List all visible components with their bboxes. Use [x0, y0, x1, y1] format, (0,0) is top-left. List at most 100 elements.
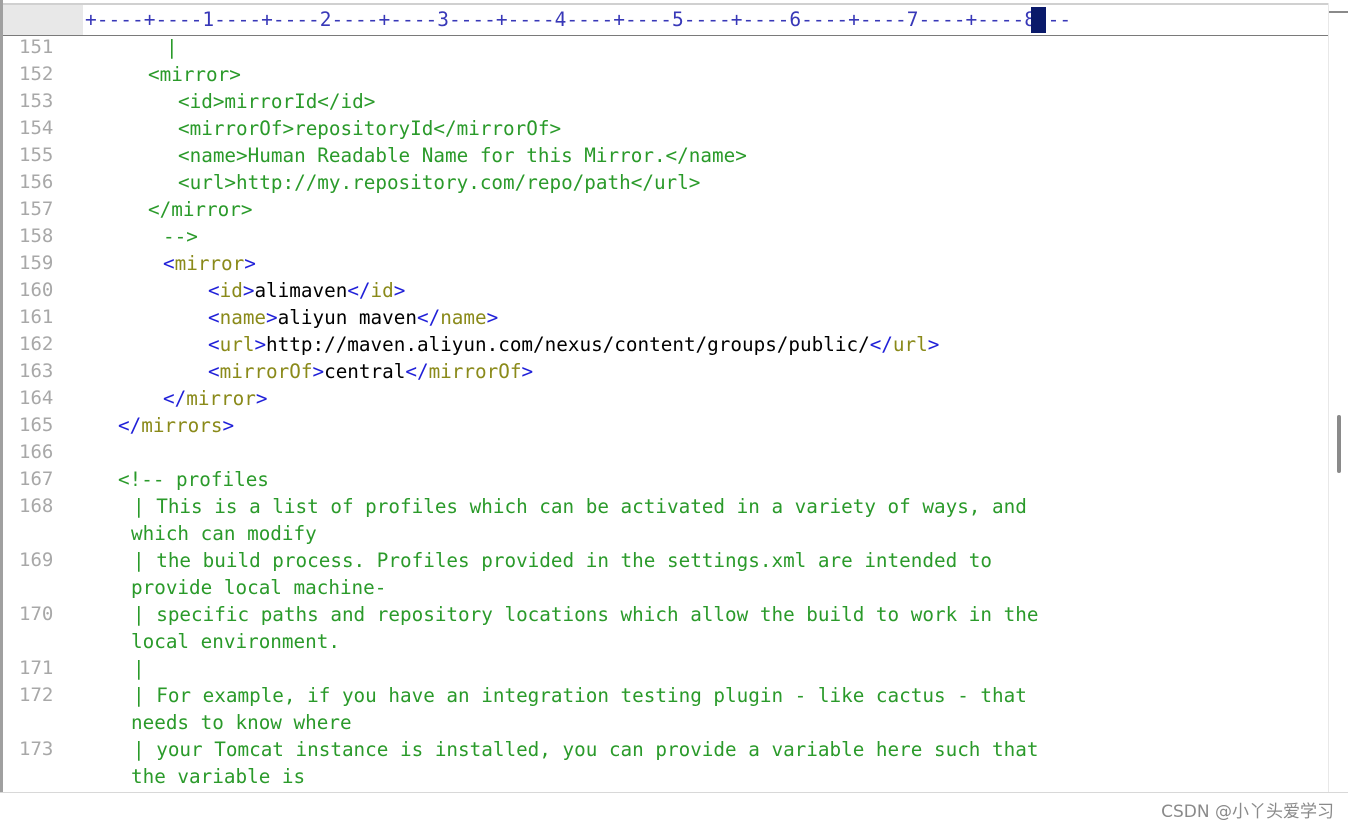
code-token: </ [405, 360, 429, 383]
line-number: 169 [19, 549, 54, 571]
watermark: CSDN @小丫头爱学习 [1161, 802, 1334, 822]
code-token: the variable is [131, 765, 306, 788]
code-line[interactable]: 155 <name>Human Readable Name for this Mi… [3, 142, 1323, 169]
code-token: > [242, 279, 255, 302]
line-code: <mirror> [163, 250, 256, 277]
code-line[interactable]: 156 <url>http://my.repository.com/repo/pa… [3, 169, 1323, 196]
code-token: < [163, 252, 175, 275]
code-token: | This is a list of profiles which can b… [133, 495, 1027, 518]
line-code: | [133, 655, 145, 682]
line-code: <name>Human Readable Name for this Mirro… [178, 142, 747, 169]
line-number: 161 [19, 306, 54, 328]
code-token: </ [869, 333, 893, 356]
code-line[interactable]: 170 | specific paths and repository locat… [3, 601, 1323, 628]
code-line[interactable]: 161 <name>aliyun maven</name> [3, 304, 1323, 331]
code-line[interactable]: 165 </mirrors> [3, 412, 1323, 439]
line-code: <id>alimaven</id> [208, 277, 405, 304]
code-line-wrap[interactable]: the variable is [3, 763, 1323, 790]
vertical-scrollbar[interactable] [1328, 3, 1348, 792]
line-number: 171 [19, 657, 54, 679]
line-code: | For example, if you have an integratio… [133, 682, 1027, 709]
line-number: 165 [19, 414, 54, 436]
line-number: 172 [19, 684, 54, 706]
code-token: < [208, 306, 220, 329]
code-line[interactable]: 162 <url>http://maven.aliyun.com/nexus/co… [3, 331, 1323, 358]
code-token: > [927, 333, 940, 356]
code-token: > [393, 279, 406, 302]
code-token: mirrorOf [428, 360, 522, 383]
code-line[interactable]: 169 | the build process. Profiles provide… [3, 547, 1323, 574]
code-line-wrap[interactable]: needs to know where [3, 709, 1323, 736]
line-number: 156 [19, 171, 54, 193]
line-number: 164 [19, 387, 54, 409]
code-line[interactable]: 152 <mirror> [3, 61, 1323, 88]
line-code: <mirror> [148, 61, 241, 88]
code-token: < [208, 279, 220, 302]
line-code: <name>aliyun maven</name> [208, 304, 498, 331]
code-line-wrap[interactable]: which can modify [3, 520, 1323, 547]
code-line[interactable]: 167 <!-- profiles [3, 466, 1323, 493]
code-token: </mirror> [148, 198, 253, 221]
code-line-wrap[interactable]: provide local machine- [3, 574, 1323, 601]
line-number: 157 [19, 198, 54, 220]
code-token: | the build process. Profiles provided i… [133, 549, 993, 572]
code-line[interactable]: 164 </mirror> [3, 385, 1323, 412]
code-token: name [219, 306, 267, 329]
code-token: alimaven [254, 279, 348, 302]
code-token: > [222, 414, 235, 437]
code-token: > [486, 306, 499, 329]
code-line[interactable]: 163 <mirrorOf>central</mirrorOf> [3, 358, 1323, 385]
code-token: | your Tomcat instance is installed, you… [133, 738, 1039, 761]
code-token: id [219, 279, 243, 302]
code-line[interactable]: 166 [3, 439, 1323, 466]
line-number: 155 [19, 144, 54, 166]
line-code: <!-- profiles [118, 466, 269, 493]
code-line[interactable]: 151 | [3, 34, 1323, 61]
code-token: id [370, 279, 394, 302]
code-editor[interactable]: 151 | 152 <mirror> 153 <id>mirrorId</id> 154 <m… [3, 34, 1328, 792]
line-code: provide local machine- [131, 574, 386, 601]
line-code: which can modify [131, 520, 317, 547]
code-line[interactable]: 172 | For example, if you have an integra… [3, 682, 1323, 709]
code-token: needs to know where [131, 711, 352, 734]
line-code: </mirrors> [118, 412, 234, 439]
code-token: --> [163, 225, 198, 248]
code-line[interactable]: 171 | [3, 655, 1323, 682]
line-code: </mirror> [148, 196, 252, 223]
code-token: <name>Human Readable Name for this Mirro… [178, 144, 747, 167]
code-token: | For example, if you have an integratio… [133, 684, 1027, 707]
code-line-wrap[interactable]: local environment. [3, 628, 1323, 655]
line-code: | This is a list of profiles which can b… [133, 493, 1027, 520]
code-token: <mirror> [148, 63, 241, 86]
scrollbar-thumb[interactable] [1337, 415, 1341, 473]
line-number: 151 [19, 36, 54, 58]
code-line[interactable]: 160 <id>alimaven</id> [3, 277, 1323, 304]
code-token: | [133, 657, 145, 680]
line-number: 173 [19, 738, 54, 760]
line-number: 168 [19, 495, 54, 517]
line-code: the variable is [131, 763, 305, 790]
code-token: < [208, 360, 220, 383]
scrollbar-top-mark [1329, 11, 1348, 13]
code-line[interactable]: 159 <mirror> [3, 250, 1323, 277]
line-number: 163 [19, 360, 54, 382]
code-token: </ [416, 306, 441, 329]
line-number: 152 [19, 63, 54, 85]
line-code: | [166, 34, 178, 61]
code-line[interactable]: 158 --> [3, 223, 1323, 250]
line-number: 158 [19, 225, 54, 247]
line-number: 153 [19, 90, 54, 112]
line-code: | specific paths and repository location… [133, 601, 1038, 628]
code-line[interactable]: 157 </mirror> [3, 196, 1323, 223]
ruler-scale: +----+----1----+----2----+----3----+----… [85, 8, 1072, 31]
code-token: </ [118, 414, 142, 437]
code-line[interactable]: 154 <mirrorOf>repositoryId</mirrorOf> [3, 115, 1323, 142]
ruler-cursor-marker [1031, 7, 1046, 33]
line-number: 159 [19, 252, 54, 274]
code-line[interactable]: 153 <id>mirrorId</id> [3, 88, 1323, 115]
code-line[interactable]: 173 | your Tomcat instance is installed, … [3, 736, 1323, 763]
line-code: <url>http://my.repository.com/repo/path<… [178, 169, 700, 196]
code-token: </ [347, 279, 371, 302]
code-line[interactable]: 168 | This is a list of profiles which ca… [3, 493, 1323, 520]
line-number: 166 [19, 441, 54, 463]
